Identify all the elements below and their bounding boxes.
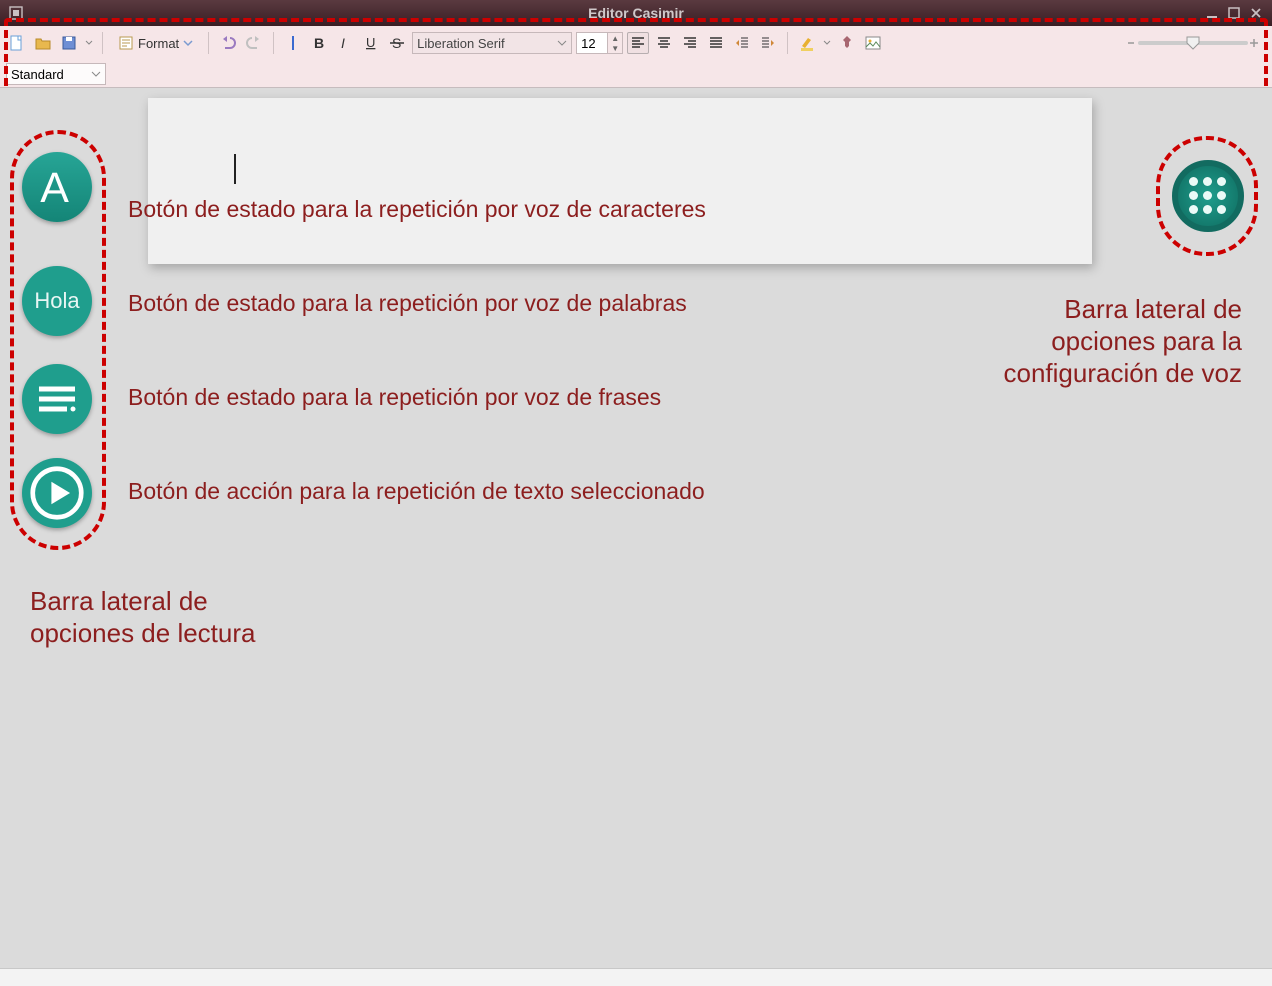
- font-name-dropdown[interactable]: Liberation Serif: [412, 32, 572, 54]
- paragraph-style-value: Standard: [11, 67, 64, 82]
- text-cursor: [234, 154, 236, 184]
- open-icon[interactable]: [32, 32, 54, 54]
- image-icon[interactable]: [862, 32, 884, 54]
- align-center-icon[interactable]: [653, 32, 675, 54]
- window-title: Editor Casimir: [588, 5, 684, 21]
- zoom-in-icon: [1248, 37, 1260, 49]
- zoom-slider[interactable]: [1126, 37, 1260, 49]
- align-right-icon[interactable]: [679, 32, 701, 54]
- separator: [787, 32, 788, 54]
- annotation-left-sidebar-2: opciones de lectura: [30, 618, 255, 649]
- voice-repeat-phrases-button[interactable]: [22, 364, 92, 434]
- status-bar: [0, 968, 1272, 986]
- annotation-phrases: Botón de estado para la repetición por v…: [128, 384, 661, 411]
- minimize-button[interactable]: [1204, 5, 1220, 21]
- undo-icon[interactable]: [217, 32, 239, 54]
- annotation-chars: Botón de estado para la repetición por v…: [128, 196, 706, 223]
- svg-text:B: B: [314, 35, 324, 51]
- annotation-play: Botón de acción para la repetición de te…: [128, 478, 705, 505]
- font-size-down[interactable]: ▼: [608, 43, 622, 53]
- annotation-right-sidebar-1: Barra lateral de: [1064, 294, 1242, 325]
- separator: [273, 32, 274, 54]
- maximize-button[interactable]: [1226, 5, 1242, 21]
- save-icon[interactable]: [58, 32, 80, 54]
- highlight-dropdown-icon[interactable]: [822, 39, 832, 47]
- italic-icon[interactable]: I: [334, 32, 356, 54]
- align-left-icon[interactable]: [627, 32, 649, 54]
- separator: [102, 32, 103, 54]
- font-size-spinner[interactable]: ▲ ▼: [576, 32, 623, 54]
- close-button[interactable]: [1248, 5, 1264, 21]
- font-size-input[interactable]: [576, 32, 608, 54]
- annotation-words: Botón de estado para la repetición por v…: [128, 290, 687, 317]
- voice-config-button[interactable]: [1172, 160, 1244, 232]
- svg-text:A: A: [40, 164, 69, 212]
- font-size-up[interactable]: ▲: [608, 33, 622, 43]
- save-dropdown-icon[interactable]: [84, 39, 94, 47]
- voice-repeat-chars-button[interactable]: A: [22, 152, 92, 222]
- bold-icon[interactable]: B: [308, 32, 330, 54]
- zoom-thumb[interactable]: [1185, 35, 1201, 51]
- editor-toolbar: Format B I U S Liberation Serif ▲ ▼: [0, 26, 1272, 88]
- format-dropdown[interactable]: Format: [111, 32, 200, 54]
- svg-text:I: I: [341, 35, 345, 51]
- font-name-value: Liberation Serif: [417, 36, 504, 51]
- play-selection-button[interactable]: [22, 458, 92, 528]
- indent-decrease-icon[interactable]: [731, 32, 753, 54]
- underline-icon[interactable]: U: [360, 32, 382, 54]
- chevron-down-icon: [183, 36, 193, 51]
- format-label: Format: [138, 36, 179, 51]
- title-bar: Editor Casimir: [0, 0, 1272, 26]
- annotation-right-sidebar-3: configuración de voz: [1004, 358, 1242, 389]
- strikethrough-icon[interactable]: S: [386, 32, 408, 54]
- new-doc-icon[interactable]: [6, 32, 28, 54]
- annotation-left-sidebar-1: Barra lateral de: [30, 586, 208, 617]
- pushpin-icon[interactable]: [836, 32, 858, 54]
- separator: [208, 32, 209, 54]
- chevron-down-icon: [91, 67, 101, 82]
- annotation-right-sidebar-2: opciones para la: [1051, 326, 1242, 357]
- indent-increase-icon[interactable]: [757, 32, 779, 54]
- window-menu-icon[interactable]: [8, 5, 24, 21]
- redo-icon[interactable]: [243, 32, 265, 54]
- highlight-color-icon[interactable]: [796, 32, 818, 54]
- paragraph-style-dropdown[interactable]: Standard: [6, 63, 106, 85]
- grid-icon: [1189, 177, 1227, 215]
- zoom-out-icon: [1126, 37, 1138, 49]
- editor-page[interactable]: [148, 98, 1092, 264]
- cursor-icon[interactable]: [282, 32, 304, 54]
- align-justify-icon[interactable]: [705, 32, 727, 54]
- main-area: Barra de herramientas del editor A Hola …: [0, 88, 1272, 968]
- svg-text:U: U: [366, 35, 375, 50]
- chevron-down-icon: [557, 36, 567, 51]
- word-button-label: Hola: [34, 288, 79, 314]
- voice-repeat-words-button[interactable]: Hola: [22, 266, 92, 336]
